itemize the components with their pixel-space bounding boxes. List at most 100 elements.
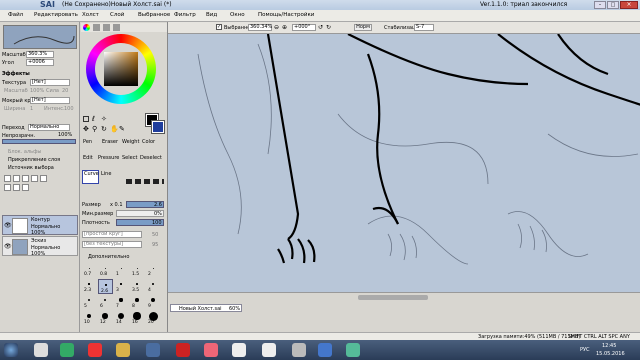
canvas-area[interactable]: ✓ Выбранное 360.34% ⊖ ⊕ +000° ↺ ↻ Норм С… [168,22,640,332]
size-multiplier[interactable]: x 0.1 [110,202,123,208]
scale-field[interactable]: 360.3% [26,51,54,58]
menu-canvas[interactable]: Холст [82,12,99,18]
brush-size-preset[interactable]: 3.5 [130,279,145,294]
rotate-left-icon[interactable]: ↺ [318,24,323,31]
lasso-icon[interactable]: ℓ [92,115,95,123]
hand-icon[interactable]: ✋ [110,125,119,133]
menu-selection[interactable]: Выбранное [138,12,170,18]
wet-edge-select[interactable]: [Нет] [30,97,70,104]
visibility-eye-icon[interactable]: 👁 [4,243,12,250]
menu-edit[interactable]: Редактировать [34,12,78,18]
close-button[interactable]: × [620,1,638,9]
brush-size-preset[interactable]: 2 [146,263,161,278]
hsv-slider-mode-icon[interactable] [103,24,110,31]
menu-help[interactable]: Помощь/Настройки [258,12,314,18]
copy-layer-icon[interactable] [22,175,29,182]
layer-item-contour[interactable]: 👁 Контур Нормально 100% [2,215,78,236]
tool-select[interactable]: Select [122,155,137,161]
rgb-slider-mode-icon[interactable] [93,24,100,31]
visibility-eye-icon[interactable]: 👁 [4,222,12,229]
brush-texture-select[interactable]: [без текстуры] [82,241,142,248]
selection-source-checkbox[interactable]: Источник выбора [8,165,54,171]
app-icon[interactable] [292,343,306,357]
app-icon[interactable] [204,343,218,357]
advanced-settings-label[interactable]: Дополнительно [88,254,129,260]
selection-checkbox[interactable]: ✓ [216,24,222,30]
brush-size-preset[interactable]: 16 [130,311,145,326]
tool-line[interactable]: Line [101,171,111,177]
rotate-right-icon[interactable]: ↻ [326,24,331,31]
browser-icon[interactable] [60,343,74,357]
palette-mode-icon[interactable] [113,24,120,31]
zoom-field[interactable]: 360.34% [248,24,272,31]
document-tab[interactable]: Новый Холст.sai 60% [170,304,242,312]
brush-size-preset[interactable]: 0.7 [82,263,97,278]
zoom-in-icon[interactable]: ⊕ [282,24,287,31]
color-square[interactable] [104,52,138,86]
tool-edit[interactable]: Edit [83,155,93,161]
brush-size-preset[interactable]: 8 [130,295,145,310]
transfer-down-icon[interactable] [13,184,20,191]
brush-shape-icons[interactable] [126,179,164,184]
language-indicator[interactable]: РУС [580,347,590,353]
texture-select[interactable]: [Нет] [30,79,70,86]
tool-deselect[interactable]: Deselect [140,155,162,161]
menu-view[interactable]: Вид [206,12,217,18]
secondary-color-swatch[interactable] [151,120,165,134]
zoom-icon[interactable]: ⚲ [92,125,97,133]
menu-file[interactable]: Файл [8,12,23,18]
new-folder-icon[interactable] [13,175,20,182]
brush-size-preset[interactable]: 20 [146,311,161,326]
horizontal-scrollbar[interactable] [168,292,640,302]
brush-size-preset[interactable]: 6 [98,295,113,310]
protect-alpha-checkbox[interactable]: Блок. альфы [8,149,41,155]
clock-time[interactable]: 12:45 [602,343,616,349]
blend-mode-select[interactable]: Нормально [28,124,70,131]
brush-size-preset[interactable]: 10 [82,311,97,326]
media-icon[interactable] [34,343,48,357]
zoom-out-icon[interactable]: ⊖ [274,24,279,31]
opera-icon[interactable] [176,343,190,357]
brush-size-preset[interactable]: 3 [114,279,129,294]
clip-layer-checkbox[interactable]: Прикрепление слоя [8,157,60,163]
brush-size-preset[interactable]: 9 [146,295,161,310]
tool-pressure[interactable]: Pressure [98,155,119,161]
menu-window[interactable]: Окно [230,12,245,18]
tool-curve[interactable]: Curve [82,170,99,184]
color-wheel-mode-icon[interactable] [83,24,90,31]
maximize-button[interactable]: □ [607,1,619,9]
tool-eraser[interactable]: Eraser [102,139,118,145]
brush-size-preset[interactable]: 1.5 [130,263,145,278]
app-icon[interactable] [232,343,246,357]
clear-layer-icon[interactable] [4,184,11,191]
drawing-canvas[interactable] [168,34,640,292]
color-wheel[interactable] [86,34,156,104]
rect-select-icon[interactable] [83,116,89,122]
eyedropper-icon[interactable]: ✎ [119,125,125,133]
new-layer-icon[interactable] [4,175,11,182]
rotate-icon[interactable]: ↻ [101,125,107,133]
app-icon[interactable] [318,343,332,357]
brush-size-preset[interactable]: 14 [114,311,129,326]
minimize-button[interactable]: – [594,1,606,9]
stabilizer-select[interactable]: S-7 [414,24,434,31]
merge-visible-icon[interactable] [22,184,29,191]
yandex-icon[interactable] [88,343,102,357]
brush-size-preset[interactable]: 7 [114,295,129,310]
brush-size-preset[interactable]: 12 [98,311,113,326]
menu-filter[interactable]: Фильтр [174,12,196,18]
brush-shape-select[interactable]: [простой круг] [82,231,142,238]
brush-size-preset[interactable]: 5 [82,295,97,310]
merge-down-icon[interactable] [31,175,38,182]
brush-size-preset[interactable]: 2.6 [98,279,113,294]
delete-layer-icon[interactable] [40,175,47,182]
tool-pen[interactable]: Pen [83,139,92,145]
brush-size-preset[interactable]: 1 [114,263,129,278]
magic-wand-icon[interactable]: ✧ [101,115,107,123]
start-icon[interactable] [4,343,18,357]
angle-field[interactable]: +000° [292,24,316,31]
brush-size-preset[interactable]: 4 [146,279,161,294]
brush-size-preset[interactable]: 2.3 [82,279,97,294]
angle-field[interactable]: +0006 [26,59,54,66]
vk-icon[interactable] [146,343,160,357]
